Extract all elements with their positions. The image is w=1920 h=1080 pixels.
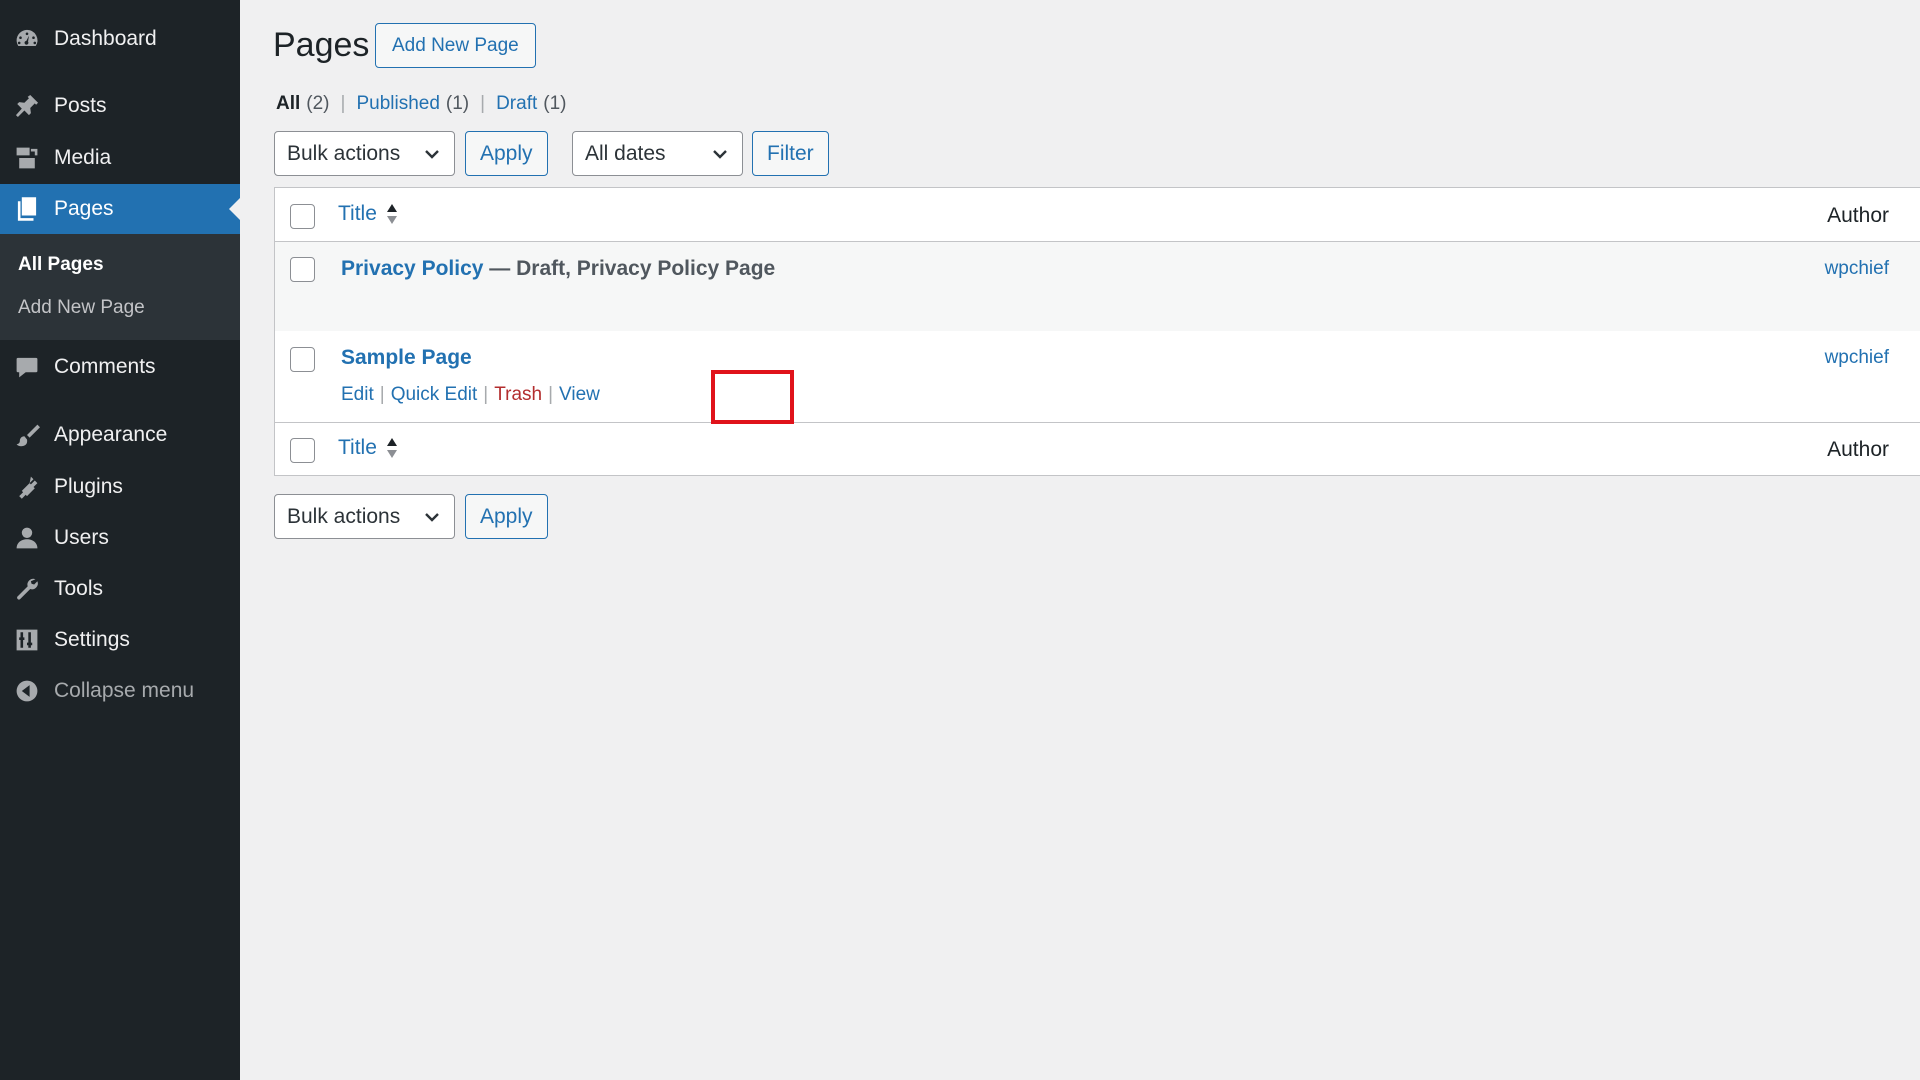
author-link[interactable]: wpchief: [1825, 347, 1889, 369]
sidebar-item-label: Dashboard: [54, 27, 157, 50]
sort-icon: [386, 438, 397, 458]
row-title: Sample Page: [341, 346, 472, 370]
chevron-down-icon: [710, 144, 730, 164]
status-views: All (2) | Published (1) | Draft (1): [276, 93, 567, 115]
bulk-actions-value: Bulk actions: [287, 141, 401, 165]
row-checkbox[interactable]: [290, 257, 315, 282]
view-label: Draft: [496, 93, 538, 114]
dashboard-icon: [13, 25, 41, 53]
chevron-down-icon: [422, 507, 442, 527]
sidebar-item-posts[interactable]: Posts: [0, 81, 240, 131]
date-filter-value: All dates: [585, 141, 666, 165]
sidebar-item-media[interactable]: Media: [0, 133, 240, 183]
filter-button[interactable]: Filter: [752, 131, 829, 176]
sidebar-item-users[interactable]: Users: [0, 513, 240, 563]
view-draft-link[interactable]: Draft (1): [496, 93, 566, 115]
view-all-link[interactable]: All (2): [276, 93, 330, 115]
sidebar-item-label: Comments: [54, 355, 156, 378]
author-column-footer: Author: [1827, 438, 1889, 461]
view-label: All: [276, 93, 301, 114]
view-separator: |: [480, 93, 486, 114]
comment-icon: [13, 353, 41, 381]
view-count: (1): [445, 93, 470, 114]
sidebar-item-label: Media: [54, 146, 112, 169]
table-header-row: Title Author: [275, 188, 1920, 242]
page-title-link[interactable]: Sample Page: [341, 346, 472, 369]
row-checkbox[interactable]: [290, 347, 315, 372]
media-icon: [13, 144, 41, 172]
table-footer-row: Title Author: [275, 422, 1920, 475]
submenu-item-all-pages[interactable]: All Pages: [18, 254, 104, 276]
apply-button[interactable]: Apply: [465, 131, 548, 176]
view-link[interactable]: View: [559, 384, 600, 406]
author-link[interactable]: wpchief: [1825, 258, 1889, 280]
wrench-icon: [13, 575, 41, 603]
sidebar-item-label: Pages: [54, 197, 114, 220]
main-content: Pages Add New Page All (2) | Published (1)…: [240, 0, 1920, 1080]
action-separator: |: [548, 384, 554, 405]
action-separator: |: [483, 384, 489, 405]
paintbrush-icon: [13, 421, 41, 449]
bulk-actions-select[interactable]: Bulk actions: [274, 131, 455, 176]
sidebar-item-label: Tools: [54, 577, 104, 600]
settings-icon: [13, 626, 41, 654]
view-count: (2): [306, 93, 330, 114]
collapse-menu-button[interactable]: Collapse menu: [0, 666, 240, 716]
collapse-icon: [13, 677, 41, 705]
view-separator: |: [340, 93, 346, 114]
sidebar-item-label: Settings: [54, 628, 130, 651]
row-actions: Edit | Quick Edit | Trash | View: [341, 384, 600, 406]
sort-icon: [386, 204, 397, 224]
chevron-down-icon: [422, 144, 442, 164]
title-column-sort[interactable]: Title: [338, 436, 398, 460]
title-column-label: Title: [338, 202, 377, 225]
sidebar-item-tools[interactable]: Tools: [0, 564, 240, 614]
sidebar-item-label: Collapse menu: [54, 679, 195, 702]
pages-icon: [13, 195, 41, 223]
sidebar-item-label: Posts: [54, 94, 107, 117]
post-state: — Draft, Privacy Policy Page: [483, 257, 776, 280]
date-filter-select[interactable]: All dates: [572, 131, 743, 176]
submenu-item-add-new-page[interactable]: Add New Page: [18, 297, 145, 319]
sidebar-item-label: Plugins: [54, 475, 123, 498]
edit-link[interactable]: Edit: [341, 384, 374, 406]
pages-submenu: All Pages Add New Page: [0, 234, 240, 340]
view-count: (1): [543, 93, 567, 114]
admin-sidebar: Dashboard Posts Media Pages All Pages Ad…: [0, 0, 240, 1080]
table-row: Sample Page wpchief Edit | Quick Edit | …: [275, 331, 1920, 422]
view-label: Published: [356, 93, 440, 114]
table-row: Privacy Policy — Draft, Privacy Policy P…: [275, 242, 1920, 331]
pushpin-icon: [13, 92, 41, 120]
quick-edit-link[interactable]: Quick Edit: [391, 384, 478, 406]
bulk-actions-value: Bulk actions: [287, 504, 401, 528]
row-title: Privacy Policy — Draft, Privacy Policy P…: [341, 257, 775, 281]
action-separator: |: [379, 384, 385, 405]
title-column-sort[interactable]: Title: [338, 202, 398, 226]
sidebar-item-label: Users: [54, 526, 109, 549]
bulk-actions-select-bottom[interactable]: Bulk actions: [274, 494, 455, 539]
user-icon: [13, 524, 41, 552]
title-column-label: Title: [338, 436, 377, 459]
sidebar-item-pages[interactable]: Pages: [0, 184, 240, 234]
view-published-link[interactable]: Published (1): [356, 93, 469, 115]
apply-button-bottom[interactable]: Apply: [465, 494, 548, 539]
select-all-checkbox[interactable]: [290, 438, 315, 463]
sidebar-item-comments[interactable]: Comments: [0, 342, 240, 392]
add-new-page-button[interactable]: Add New Page: [375, 23, 536, 68]
pages-table: Title Author Privacy Policy — Draft, Pri…: [274, 187, 1920, 476]
sidebar-item-dashboard[interactable]: Dashboard: [0, 14, 240, 64]
page-title: Pages: [273, 26, 370, 64]
select-all-checkbox[interactable]: [290, 204, 315, 229]
page-title-link[interactable]: Privacy Policy: [341, 257, 483, 280]
sidebar-item-label: Appearance: [54, 423, 168, 446]
plugin-icon: [13, 473, 41, 501]
trash-link[interactable]: Trash: [494, 384, 542, 406]
sidebar-item-settings[interactable]: Settings: [0, 615, 240, 665]
author-column-header: Author: [1827, 204, 1889, 227]
sidebar-item-appearance[interactable]: Appearance: [0, 410, 240, 460]
sidebar-item-plugins[interactable]: Plugins: [0, 462, 240, 512]
